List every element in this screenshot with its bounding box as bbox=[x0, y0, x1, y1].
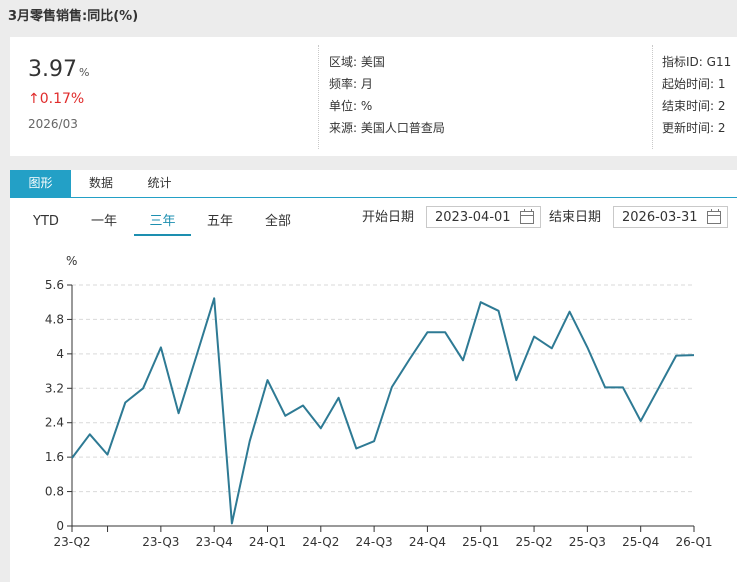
x-tick-label: 24-Q4 bbox=[409, 535, 446, 549]
data-point bbox=[123, 400, 128, 405]
x-tick-label: 24-Q2 bbox=[302, 535, 339, 549]
data-point bbox=[372, 439, 377, 444]
data-point bbox=[389, 384, 394, 389]
data-point bbox=[70, 456, 75, 461]
meta-end-time: 结束时间: 2 bbox=[662, 99, 726, 113]
series-line bbox=[71, 297, 695, 525]
meta-unit: 单位: % bbox=[329, 99, 373, 113]
data-point bbox=[176, 411, 181, 416]
data-point bbox=[620, 385, 625, 390]
data-point bbox=[229, 521, 234, 526]
x-tick-label: 24-Q3 bbox=[356, 535, 393, 549]
data-point bbox=[247, 439, 252, 444]
data-point bbox=[496, 308, 501, 313]
meta-right: 指标ID: G11 起始时间: 1 结束时间: 2 更新时间: 2 bbox=[662, 51, 731, 139]
data-point bbox=[532, 334, 537, 339]
x-tick-label: 26-Q1 bbox=[675, 535, 712, 549]
meta-frequency: 频率: 月 bbox=[329, 77, 373, 91]
data-point bbox=[674, 353, 679, 358]
y-tick-label: 0.8 bbox=[45, 485, 64, 499]
y-tick-label: 4.8 bbox=[45, 312, 64, 326]
y-tick-label: 1.6 bbox=[45, 450, 64, 464]
data-point bbox=[301, 403, 306, 408]
data-point bbox=[549, 346, 554, 351]
data-point bbox=[425, 330, 430, 335]
data-point bbox=[194, 354, 199, 359]
x-tick-label: 25-Q3 bbox=[569, 535, 606, 549]
data-point bbox=[443, 330, 448, 335]
data-point bbox=[407, 357, 412, 362]
divider bbox=[318, 45, 319, 149]
x-tick-label: 25-Q1 bbox=[462, 535, 499, 549]
value-unit: % bbox=[78, 66, 90, 79]
data-point bbox=[336, 395, 341, 400]
meta-start-time: 起始时间: 1 bbox=[662, 77, 726, 91]
value-number: 3.97 bbox=[28, 57, 77, 82]
data-point bbox=[87, 432, 92, 437]
x-tick-label: 25-Q4 bbox=[622, 535, 659, 549]
data-point bbox=[478, 300, 483, 305]
data-point bbox=[514, 378, 519, 383]
y-tick-label: 4 bbox=[56, 347, 64, 361]
data-point bbox=[265, 378, 270, 383]
data-point bbox=[158, 345, 163, 350]
data-point bbox=[692, 353, 697, 358]
page-title: 3月零售销售:同比(%) bbox=[8, 9, 139, 24]
x-tick-label: 23-Q4 bbox=[196, 535, 233, 549]
data-point bbox=[212, 296, 217, 301]
x-tick-label: 24-Q1 bbox=[249, 535, 286, 549]
data-point bbox=[283, 413, 288, 418]
latest-value: 3.97% bbox=[28, 57, 89, 82]
divider bbox=[652, 45, 653, 149]
y-axis-unit-label: % bbox=[66, 254, 77, 268]
data-point bbox=[638, 418, 643, 423]
summary-card: 3.97% ↑0.17% 2026/03 区域: 美国 频率: 月 单位: % … bbox=[10, 37, 737, 156]
meta-update-time: 更新时间: 2 bbox=[662, 121, 726, 135]
x-tick-label: 23-Q2 bbox=[53, 535, 90, 549]
y-tick-label: 3.2 bbox=[45, 381, 64, 395]
x-tick-label: 25-Q2 bbox=[515, 535, 552, 549]
y-tick-label: 5.6 bbox=[45, 278, 64, 292]
data-point bbox=[603, 385, 608, 390]
meta-region: 区域: 美国 bbox=[329, 55, 385, 69]
x-tick-label: 23-Q3 bbox=[142, 535, 179, 549]
meta-indicator-id: 指标ID: G11 bbox=[662, 55, 732, 69]
meta-left: 区域: 美国 频率: 月 单位: % 来源: 美国人口普查局 bbox=[329, 51, 445, 139]
y-tick-label: 0 bbox=[56, 519, 64, 533]
line-chart: % 0 0.8 1.6 2.4 3.2 4 4.8 5.6 23-Q2 23-Q3 23-Q4 24-Q… bbox=[45, 254, 713, 549]
data-point bbox=[567, 309, 572, 314]
change-indicator: ↑0.17% bbox=[28, 91, 85, 107]
y-tick-label: 2.4 bbox=[45, 416, 64, 430]
data-point bbox=[318, 426, 323, 431]
data-point bbox=[656, 386, 661, 391]
data-point bbox=[141, 386, 146, 391]
data-point bbox=[460, 358, 465, 363]
data-point bbox=[105, 452, 110, 457]
meta-source: 来源: 美国人口普查局 bbox=[329, 121, 445, 135]
latest-period: 2026/03 bbox=[28, 117, 78, 131]
chart-panel: 图形 数据 统计 YTD 一年 三年 五年 全部 开始日期 2023-04-01… bbox=[10, 170, 737, 582]
data-point bbox=[354, 446, 359, 451]
data-point bbox=[585, 345, 590, 350]
